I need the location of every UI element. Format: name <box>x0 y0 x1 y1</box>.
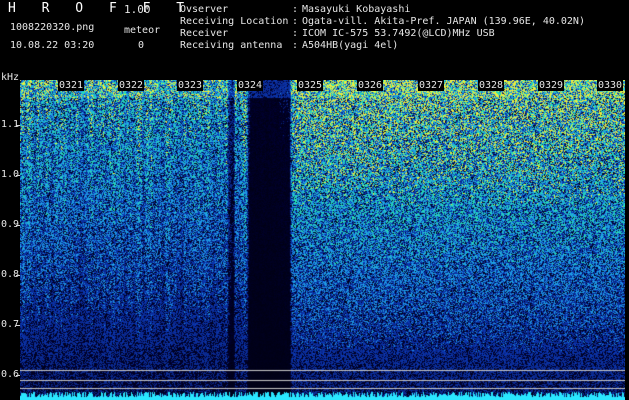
spectrogram-canvas <box>20 80 625 400</box>
time-label: 0327 <box>418 80 445 91</box>
frequency-axis-unit: kHz <box>1 72 20 83</box>
info-location: Receiving Location: Ogata-vill. Akita-Pre… <box>180 16 585 27</box>
time-label: 0325 <box>297 80 324 91</box>
info-receiver: Receiver: ICOM IC-575 53.7492(@LCD)MHz US… <box>180 28 495 39</box>
time-label: 0321 <box>58 80 85 91</box>
spectrogram <box>20 80 625 400</box>
info-value: Masayuki Kobayashi <box>302 4 411 15</box>
filename-label: 1008220320.png <box>10 22 95 33</box>
time-label: 0323 <box>177 80 204 91</box>
time-label: 0324 <box>237 80 264 91</box>
info-separator: : <box>292 40 299 51</box>
info-label: Receiving Location <box>180 16 289 27</box>
time-label: 0328 <box>478 80 505 91</box>
info-observer: Ovserver: Masayuki Kobayashi <box>180 4 410 15</box>
info-label: Receiver <box>180 28 229 39</box>
app-title: H R O F F T <box>8 1 194 16</box>
time-label: 0326 <box>357 80 384 91</box>
time-label: 0322 <box>118 80 145 91</box>
info-value: ICOM IC-575 53.7492(@LCD)MHz USB <box>302 28 495 39</box>
info-antenna: Receiving antenna: A504HB(yagi 4el) <box>180 40 398 51</box>
datetime-label: 10.08.22 03:20 <box>10 40 95 51</box>
info-separator: : <box>292 16 299 27</box>
info-separator: : <box>292 28 299 39</box>
info-label: Ovserver <box>180 4 229 15</box>
time-label: 0330 <box>597 80 624 91</box>
time-label: 0329 <box>538 80 565 91</box>
info-separator: : <box>292 4 299 15</box>
info-value: Ogata-vill. Akita-Pref. JAPAN (139.96E, … <box>302 16 585 27</box>
meteor-count: 0 <box>138 40 145 51</box>
meteor-label: meteor <box>124 25 161 36</box>
version-label: 1.00 <box>124 3 151 16</box>
info-label: Receiving antenna <box>180 40 283 51</box>
info-value: A504HB(yagi 4el) <box>302 40 399 51</box>
